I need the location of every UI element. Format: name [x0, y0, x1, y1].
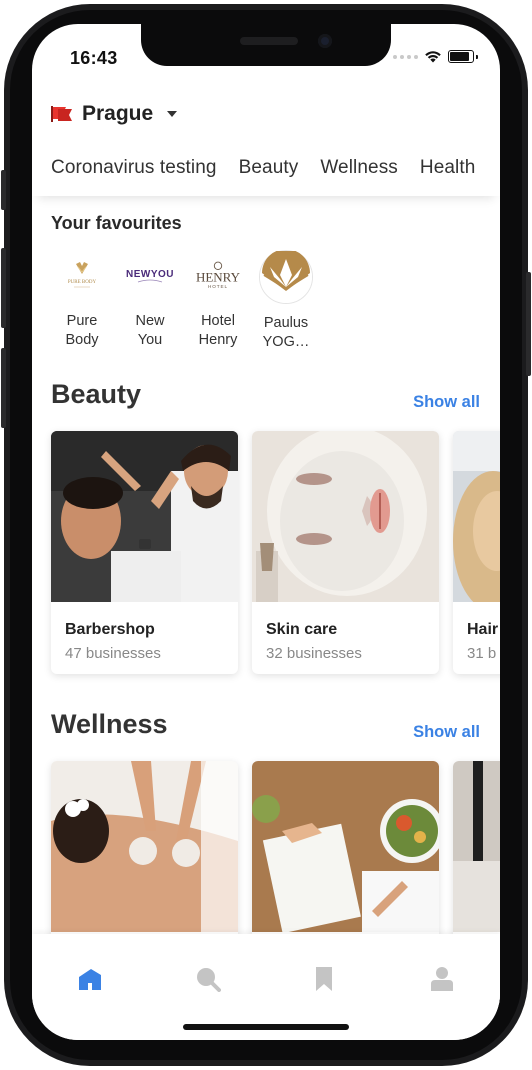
favourite-name: You — [137, 332, 163, 348]
card-subtitle: 47 businesses — [65, 645, 161, 662]
front-camera — [318, 34, 332, 48]
card-subtitle: 31 b — [467, 645, 497, 662]
hair-image — [453, 431, 500, 611]
favourite-name: Henry — [198, 332, 238, 348]
notch — [141, 24, 391, 66]
favourite-name: New — [135, 313, 165, 329]
tab-profile[interactable] — [427, 964, 457, 994]
favourites-title: Your favourites — [51, 213, 182, 233]
category-tabs: Coronavirus testing Beauty Wellness Heal… — [32, 152, 500, 196]
volume-down-button — [1, 348, 6, 428]
category-card-hair[interactable]: Hair 31 b — [453, 431, 500, 674]
tab-coronavirus-testing[interactable]: Coronavirus testing — [51, 152, 217, 196]
home-icon — [79, 969, 101, 990]
wifi-icon — [425, 51, 441, 63]
status-time: 16:43 — [70, 48, 118, 68]
favourite-name: YOG… — [262, 334, 310, 350]
favourite-name: Hotel — [201, 313, 235, 329]
card-title: Skin care — [266, 621, 338, 638]
card-subtitle: 32 businesses — [266, 645, 362, 662]
mute-switch — [1, 170, 6, 210]
svg-text:NEWYOU: NEWYOU — [126, 269, 174, 280]
tab-saved[interactable] — [309, 964, 339, 994]
wellness-show-all-link[interactable]: Show all — [413, 723, 480, 742]
bookmark-icon — [316, 967, 332, 991]
status-icons — [393, 50, 478, 63]
profile-icon — [431, 967, 453, 991]
tab-home[interactable] — [75, 964, 105, 994]
card-title: Hair — [467, 621, 499, 638]
wellness-third-image — [453, 761, 500, 932]
card-title: Barbershop — [65, 621, 155, 638]
beauty-section-title: Beauty — [51, 379, 142, 409]
favourite-name: Paulus — [263, 315, 309, 331]
volume-up-button — [1, 248, 6, 328]
app-screen: 16:43 Prague Coronavirus testing Beauty … — [32, 24, 500, 1040]
beauty-show-all-link[interactable]: Show all — [413, 393, 480, 412]
favourite-item-hotel-henry[interactable]: HENRY HOTEL Hotel Henry — [184, 250, 252, 352]
chevron-down-icon — [167, 111, 178, 117]
category-card-skin-care[interactable]: Skin care 32 businesses — [252, 431, 439, 674]
flag-icon — [51, 106, 72, 122]
favourite-item-pure-body[interactable]: PURE BODY Pure Body — [48, 250, 116, 352]
signal-icon — [393, 54, 418, 59]
henry-hotel-logo: HENRY HOTEL — [192, 250, 244, 302]
pure-body-logo: PURE BODY — [56, 250, 108, 302]
side-button — [526, 272, 531, 376]
search-icon — [197, 968, 221, 992]
beauty-cards: Barbershop 47 businesses Skin care 32 bu… — [51, 431, 500, 674]
paulus-yoga-logo — [259, 250, 313, 304]
speaker — [240, 37, 298, 45]
tab-search[interactable] — [193, 964, 223, 994]
tab-beauty[interactable]: Beauty — [239, 152, 299, 196]
healthy-eating-image — [252, 761, 439, 934]
home-indicator — [183, 1024, 349, 1030]
category-card-barbershop[interactable]: Barbershop 47 businesses — [51, 431, 238, 674]
favourite-name: Body — [65, 332, 99, 348]
barbershop-image — [51, 431, 238, 602]
wellness-section-title: Wellness — [51, 709, 168, 739]
favourites-list: PURE BODY Pure Body NEWYOU New You HENRY… — [48, 250, 320, 352]
battery-tip — [476, 54, 478, 59]
favourite-item-paulus-yoga[interactable]: Paulus YOG… — [252, 250, 320, 352]
svg-text:PURE BODY: PURE BODY — [68, 280, 97, 285]
bottom-tab-bar — [32, 934, 500, 1040]
battery-icon — [448, 50, 474, 63]
tab-health[interactable]: Health — [420, 152, 476, 196]
skin-care-image — [252, 431, 439, 602]
massage-image — [51, 761, 238, 932]
svg-text:HOTEL: HOTEL — [208, 284, 228, 289]
favourite-name: Pure — [66, 313, 98, 329]
tab-wellness[interactable]: Wellness — [320, 152, 398, 196]
newyou-logo: NEWYOU — [124, 250, 176, 302]
favourite-item-new-you[interactable]: NEWYOU New You — [116, 250, 184, 352]
svg-text:HENRY: HENRY — [196, 270, 241, 285]
city-name: Prague — [82, 102, 154, 125]
city-selector[interactable]: Prague — [50, 102, 178, 126]
